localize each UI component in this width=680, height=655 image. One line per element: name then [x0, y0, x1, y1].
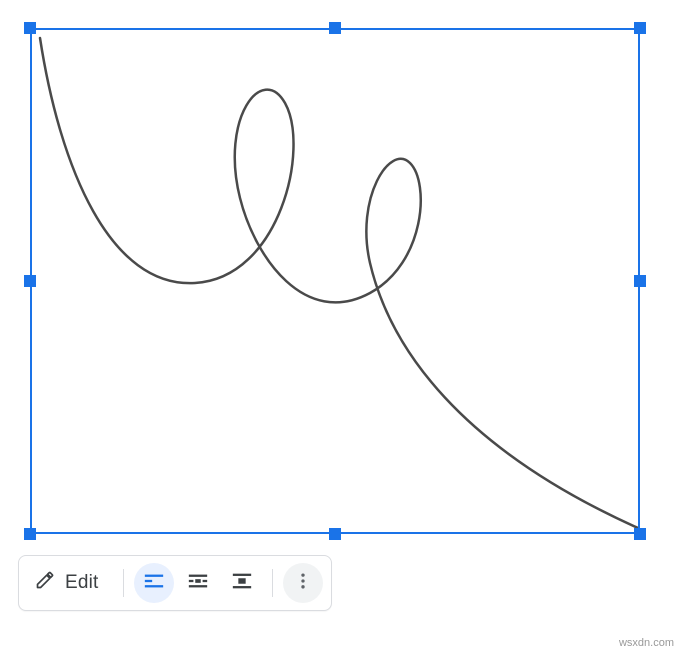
resize-handle-top-left[interactable] — [24, 22, 36, 34]
break-text-icon — [231, 570, 253, 597]
resize-handle-bottom-left[interactable] — [24, 528, 36, 540]
toolbar-divider — [123, 569, 124, 597]
resize-handle-middle-left[interactable] — [24, 275, 36, 287]
watermark-text: wsxdn.com — [619, 637, 674, 649]
edit-button-label: Edit — [65, 572, 99, 594]
resize-handle-top-right[interactable] — [634, 22, 646, 34]
image-options-toolbar: Edit — [18, 555, 332, 611]
pencil-icon — [35, 570, 55, 596]
wrap-text-icon — [187, 570, 209, 597]
more-vert-icon — [293, 571, 313, 596]
more-options-button[interactable] — [283, 563, 323, 603]
resize-handle-bottom-right[interactable] — [634, 528, 646, 540]
wrap-inline-icon — [143, 570, 165, 597]
edit-button[interactable]: Edit — [27, 562, 113, 604]
break-text-button[interactable] — [222, 563, 262, 603]
wrap-inline-button[interactable] — [134, 563, 174, 603]
resize-handle-middle-right[interactable] — [634, 275, 646, 287]
wrap-text-button[interactable] — [178, 563, 218, 603]
resize-handle-bottom-center[interactable] — [329, 528, 341, 540]
toolbar-divider — [272, 569, 273, 597]
scribble-drawing — [30, 28, 640, 534]
drawing-selection-area[interactable] — [30, 28, 640, 534]
resize-handle-top-center[interactable] — [329, 22, 341, 34]
